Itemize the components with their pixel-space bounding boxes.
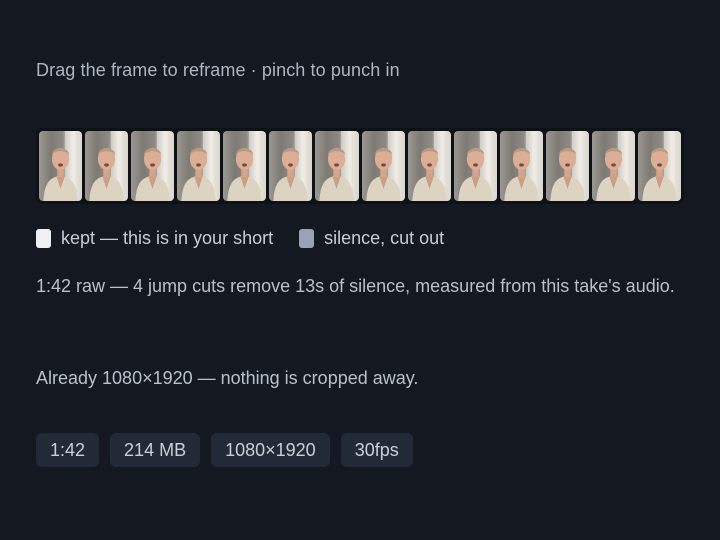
speaker-figure — [273, 131, 309, 201]
legend: kept — this is in your short silence, cu… — [36, 228, 444, 249]
filmstrip-frame[interactable] — [269, 131, 313, 201]
speaker-figure — [89, 131, 124, 201]
resolution-chip: 1080×1920 — [211, 433, 330, 467]
filmstrip-frame[interactable] — [315, 131, 359, 201]
filmstrip-frame[interactable] — [223, 131, 267, 201]
speaker-figure — [135, 131, 170, 201]
filmstrip-frame[interactable] — [177, 131, 221, 201]
duration-chip: 1:42 — [36, 433, 100, 467]
filmstrip-frame[interactable] — [591, 131, 636, 201]
filesize-chip: 214 MB — [110, 433, 201, 467]
legend-silence: silence, cut out — [299, 228, 444, 249]
speaker-figure — [411, 131, 447, 201]
framerate-chip: 30fps — [340, 433, 413, 467]
filmstrip-frame[interactable] — [407, 131, 451, 201]
editor-panel: Drag the frame to reframe · pinch to pun… — [0, 0, 720, 540]
speaker-figure — [550, 131, 585, 201]
speaker-figure — [365, 131, 401, 201]
crop-note: Already 1080×1920 — nothing is cropped a… — [36, 368, 419, 388]
speaker-figure — [596, 131, 631, 201]
filmstrip-frame[interactable] — [131, 131, 175, 201]
speaker-figure — [504, 131, 539, 201]
speaker-figure — [458, 131, 493, 201]
filmstrip-frame[interactable] — [638, 131, 682, 201]
legend-kept-label: kept — this is in your short — [61, 228, 274, 248]
cut-summary: 1:42 raw — 4 jump cuts remove 13s of sil… — [36, 276, 675, 296]
speaker-figure — [43, 131, 78, 201]
filmstrip[interactable] — [36, 128, 684, 204]
legend-kept: kept — this is in your short — [36, 228, 273, 249]
filmstrip-frame[interactable] — [545, 131, 589, 201]
filmstrip-frame[interactable] — [39, 131, 83, 201]
silence-swatch — [299, 229, 315, 248]
speaker-figure — [181, 131, 217, 201]
speaker-figure — [227, 131, 263, 201]
video-info-chips: 1:42 214 MB 1080×1920 30fps — [36, 433, 413, 467]
legend-silence-label: silence, cut out — [324, 228, 445, 248]
speaker-figure — [319, 131, 355, 201]
filmstrip-frame[interactable] — [499, 131, 543, 201]
reframe-hint: Drag the frame to reframe · pinch to pun… — [36, 60, 400, 80]
speaker-figure — [642, 131, 677, 201]
filmstrip-frame[interactable] — [453, 131, 497, 201]
filmstrip-frame[interactable] — [85, 131, 129, 201]
filmstrip-frame[interactable] — [361, 131, 405, 201]
kept-swatch — [36, 229, 51, 248]
